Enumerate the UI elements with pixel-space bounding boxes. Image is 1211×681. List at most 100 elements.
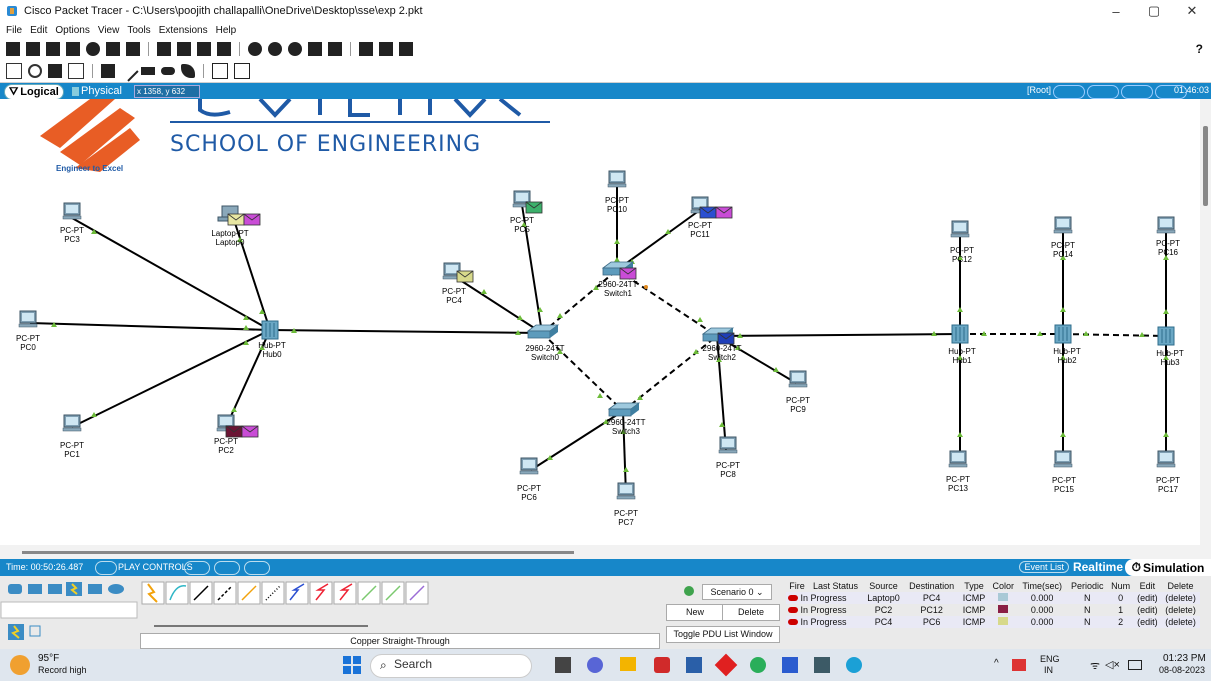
navigation-icon[interactable]	[1053, 85, 1085, 99]
network-info-icon[interactable]	[126, 42, 140, 56]
edit-link[interactable]: (edit)	[1133, 616, 1162, 628]
weather-desc[interactable]: Record high	[38, 665, 87, 675]
edit-link[interactable]: (edit)	[1134, 604, 1162, 616]
hub0-icon[interactable]	[261, 320, 279, 340]
teams-icon[interactable]	[587, 657, 603, 673]
store-icon[interactable]	[686, 657, 702, 673]
zoom-reset-icon[interactable]	[268, 42, 282, 56]
pc1-icon[interactable]	[62, 414, 82, 432]
event-list-button[interactable]: Event List	[1019, 561, 1069, 573]
menu-help[interactable]: Help	[216, 25, 237, 36]
fire-icon[interactable]	[788, 619, 798, 625]
toggle-pdu-list-button[interactable]: Toggle PDU List Window	[666, 626, 780, 643]
pc3-icon[interactable]	[62, 202, 82, 220]
chevron-up-icon[interactable]: ^	[994, 658, 999, 669]
info-icon[interactable]	[684, 586, 694, 596]
brave-icon[interactable]	[654, 657, 670, 673]
delete-link[interactable]: (delete)	[1161, 616, 1200, 628]
tab-physical[interactable]: Physical	[68, 84, 126, 98]
pc16-icon[interactable]	[1156, 216, 1176, 234]
notes-icon[interactable]	[359, 42, 373, 56]
complex-pdu-icon[interactable]	[234, 63, 250, 79]
new-cluster-icon[interactable]	[1121, 85, 1153, 99]
language-label[interactable]: ENG	[1040, 654, 1060, 664]
word-icon[interactable]	[782, 657, 798, 673]
new-scenario-button[interactable]: New	[666, 604, 724, 621]
windows-start-icon[interactable]	[343, 656, 361, 674]
delete-link[interactable]: (delete)	[1161, 604, 1200, 616]
antivirus-icon[interactable]	[1012, 659, 1026, 671]
wifi-icon[interactable]: ᯤ	[1090, 658, 1100, 673]
speaker-icon[interactable]: ◁×	[1105, 658, 1120, 671]
pc15-icon[interactable]	[1053, 450, 1073, 468]
task-view-icon[interactable]	[555, 657, 571, 673]
region-label[interactable]: IN	[1044, 665, 1053, 675]
root-label[interactable]: [Root]	[1027, 85, 1051, 95]
paste-icon[interactable]	[177, 42, 191, 56]
ellipse-icon[interactable]	[161, 67, 175, 75]
screenshot-icon[interactable]	[399, 42, 413, 56]
scenario-select[interactable]: Scenario 0 ⌄	[702, 584, 772, 600]
wizard-icon[interactable]	[106, 42, 120, 56]
select-icon[interactable]	[6, 63, 22, 79]
rectangle-icon[interactable]	[141, 67, 155, 75]
print-icon[interactable]	[66, 42, 80, 56]
simple-pdu-icon[interactable]	[212, 63, 228, 79]
fire-icon[interactable]	[788, 607, 798, 613]
undo-icon[interactable]	[197, 42, 211, 56]
clock-time[interactable]: 01:23 PM	[1163, 653, 1206, 664]
packet-tracer-taskbar-icon[interactable]	[814, 657, 830, 673]
drawing-palette-icon[interactable]	[308, 42, 322, 56]
hub2-icon[interactable]	[1054, 324, 1072, 344]
play-icon[interactable]	[214, 561, 240, 575]
whatsapp-icon[interactable]	[750, 657, 766, 673]
resize-icon[interactable]	[68, 63, 84, 79]
freeform-icon[interactable]	[181, 64, 195, 78]
new-file-icon[interactable]	[6, 42, 20, 56]
pc9-icon[interactable]	[788, 370, 808, 388]
app-diamond-icon[interactable]	[714, 653, 738, 677]
close-button[interactable]: ✕	[1173, 0, 1211, 22]
save-icon[interactable]	[46, 42, 60, 56]
inspect-icon[interactable]	[28, 64, 42, 78]
open-folder-icon[interactable]	[26, 42, 40, 56]
hub3-icon[interactable]	[1157, 326, 1175, 346]
battery-icon[interactable]	[1128, 660, 1142, 670]
copy-icon[interactable]	[157, 42, 171, 56]
step-back-icon[interactable]	[184, 561, 210, 575]
zoom-in-icon[interactable]	[248, 42, 262, 56]
zoom-out-icon[interactable]	[288, 42, 302, 56]
delete-icon[interactable]	[48, 64, 62, 78]
power-cycle-icon[interactable]	[95, 561, 117, 575]
custom-device-icon[interactable]	[328, 42, 342, 56]
tab-logical[interactable]: ⛛ Logical	[4, 84, 64, 100]
pc6-icon[interactable]	[519, 457, 539, 475]
help-button[interactable]: ?	[1196, 42, 1203, 56]
redo-icon[interactable]	[217, 42, 231, 56]
vertical-scroll-thumb[interactable]	[1203, 126, 1208, 206]
pc13-icon[interactable]	[948, 450, 968, 468]
viewport-icon[interactable]	[1087, 85, 1119, 99]
pc10-icon[interactable]	[607, 170, 627, 188]
info-icon[interactable]	[86, 42, 100, 56]
pc7-icon[interactable]	[616, 482, 636, 500]
pc8-icon[interactable]	[718, 436, 738, 454]
clock-date[interactable]: 08-08-2023	[1159, 665, 1205, 675]
maximize-button[interactable]: ▢	[1135, 0, 1173, 22]
hub1-icon[interactable]	[951, 324, 969, 344]
menu-edit[interactable]: Edit	[30, 25, 47, 36]
pc0-icon[interactable]	[18, 310, 38, 328]
edit-link[interactable]: (edit)	[1133, 592, 1162, 604]
menu-tools[interactable]: Tools	[127, 25, 150, 36]
delete-scenario-button[interactable]: Delete	[722, 604, 780, 621]
line-icon[interactable]	[117, 60, 139, 82]
step-forward-icon[interactable]	[244, 561, 270, 575]
file-explorer-icon[interactable]	[620, 657, 636, 671]
weather-icon[interactable]	[10, 655, 30, 675]
realtime-tab[interactable]: Realtime	[1073, 560, 1123, 574]
note-icon[interactable]	[101, 64, 115, 78]
menu-view[interactable]: View	[98, 25, 120, 36]
pc17-icon[interactable]	[1156, 450, 1176, 468]
pc14-icon[interactable]	[1053, 216, 1073, 234]
pc12-icon[interactable]	[950, 220, 970, 238]
